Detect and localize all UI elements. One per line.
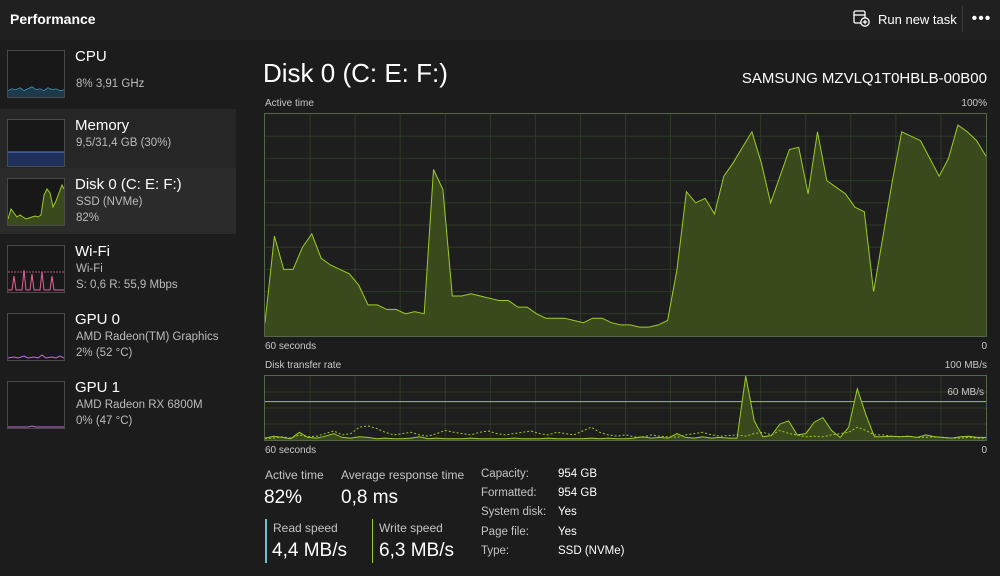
page-file-label: Page file: — [481, 526, 529, 538]
run-task-icon — [852, 9, 870, 30]
sidebar-item-wifi[interactable]: Wi-Fi Wi-Fi S: 0,6 R: 55,9 Mbps — [0, 235, 236, 301]
sidebar-item-label: Memory — [75, 117, 130, 134]
sidebar-item-detail: AMD Radeon(TM) Graphics — [76, 331, 219, 343]
memory-thumbnail-graph — [7, 119, 65, 167]
transfer-rate-graph — [264, 375, 987, 441]
system-disk-value: Yes — [558, 506, 577, 518]
sidebar-item-value: 2% (52 °C) — [76, 347, 133, 359]
sidebar-item-detail: AMD Radeon RX 6800M — [76, 399, 203, 411]
type-value: SSD (NVMe) — [558, 545, 625, 557]
avg-response-label: Average response time — [341, 468, 465, 482]
disk-thumbnail-graph — [7, 178, 65, 226]
sidebar-item-detail: 8% 3,91 GHz — [76, 78, 145, 90]
transfer-reference-label: 60 MB/s — [947, 387, 984, 398]
active-time-chart — [265, 114, 986, 336]
sidebar-item-disk0[interactable]: Disk 0 (C: E: F:) SSD (NVMe) 82% — [0, 168, 236, 234]
page-file-value: Yes — [558, 526, 577, 538]
sidebar-item-value: 82% — [76, 212, 100, 224]
gpu0-thumbnail-graph — [7, 313, 65, 361]
sidebar: CPU 8% 3,91 GHz Memory 9,5/31,4 GB (30%)… — [0, 40, 236, 576]
write-speed-indicator — [372, 519, 373, 563]
active-time-graph — [264, 113, 987, 337]
sidebar-item-memory[interactable]: Memory 9,5/31,4 GB (30%) — [0, 109, 236, 175]
sidebar-item-cpu[interactable]: CPU 8% 3,91 GHz — [0, 40, 236, 106]
type-label: Type: — [481, 545, 510, 557]
sidebar-item-value: S: 0,6 R: 55,9 Mbps — [76, 279, 178, 291]
formatted-label: Formatted: — [481, 487, 537, 499]
sidebar-item-label: CPU — [75, 48, 107, 65]
more-options-button[interactable]: ••• — [962, 6, 1000, 32]
transfer-x-right: 0 — [981, 445, 987, 456]
capacity-label: Capacity: — [481, 468, 529, 480]
sidebar-item-gpu1[interactable]: GPU 1 AMD Radeon RX 6800M 0% (47 °C) — [0, 371, 236, 437]
active-time-graph-label: Active time — [265, 98, 314, 109]
gpu1-thumbnail-graph — [7, 381, 65, 429]
capacity-value: 954 GB — [558, 468, 597, 480]
sidebar-item-label: Wi-Fi — [75, 243, 110, 260]
active-time-x-left: 60 seconds — [265, 341, 317, 352]
sidebar-item-label: GPU 0 — [75, 311, 121, 328]
read-speed-indicator — [265, 519, 267, 563]
sidebar-item-gpu0[interactable]: GPU 0 AMD Radeon(TM) Graphics 2% (52 °C) — [0, 303, 236, 369]
active-time-x-right: 0 — [981, 341, 987, 352]
sidebar-item-detail: Wi-Fi — [76, 263, 103, 275]
sidebar-item-detail: 9,5/31,4 GB (30%) — [76, 137, 172, 149]
system-disk-label: System disk: — [481, 506, 547, 518]
sidebar-item-detail: SSD (NVMe) — [76, 196, 143, 208]
transfer-graph-max: 100 MB/s — [944, 360, 987, 371]
sidebar-item-label: Disk 0 (C: E: F:) — [75, 176, 182, 193]
transfer-graph-label: Disk transfer rate — [265, 360, 342, 371]
disk-detail-panel: Disk 0 (C: E: F:) SAMSUNG MZVLQ1T0HBLB-0… — [236, 40, 1000, 576]
write-speed-label: Write speed — [379, 521, 443, 535]
page-title: Performance — [10, 11, 96, 27]
active-time-value: 82% — [264, 487, 303, 508]
read-speed-value: 4,4 MB/s — [272, 540, 347, 561]
transfer-x-left: 60 seconds — [265, 445, 317, 456]
title-bar: Performance Run new task ••• — [0, 0, 1000, 40]
transfer-rate-chart — [265, 376, 986, 440]
sidebar-item-label: GPU 1 — [75, 379, 121, 396]
write-speed-value: 6,3 MB/s — [379, 540, 454, 561]
formatted-value: 954 GB — [558, 487, 597, 499]
active-time-graph-max: 100% — [961, 98, 987, 109]
run-task-label: Run new task — [878, 11, 957, 27]
sidebar-item-value: 0% (47 °C) — [76, 415, 133, 427]
disk-model: SAMSUNG MZVLQ1T0HBLB-00B00 — [741, 70, 987, 87]
avg-response-value: 0,8 ms — [341, 487, 399, 508]
active-time-label: Active time — [265, 468, 324, 482]
read-speed-label: Read speed — [273, 521, 338, 535]
run-new-task-button[interactable]: Run new task — [852, 8, 957, 30]
wifi-thumbnail-graph — [7, 245, 65, 293]
more-icon: ••• — [971, 10, 992, 27]
cpu-thumbnail-graph — [7, 50, 65, 98]
disk-title: Disk 0 (C: E: F:) — [263, 58, 448, 88]
